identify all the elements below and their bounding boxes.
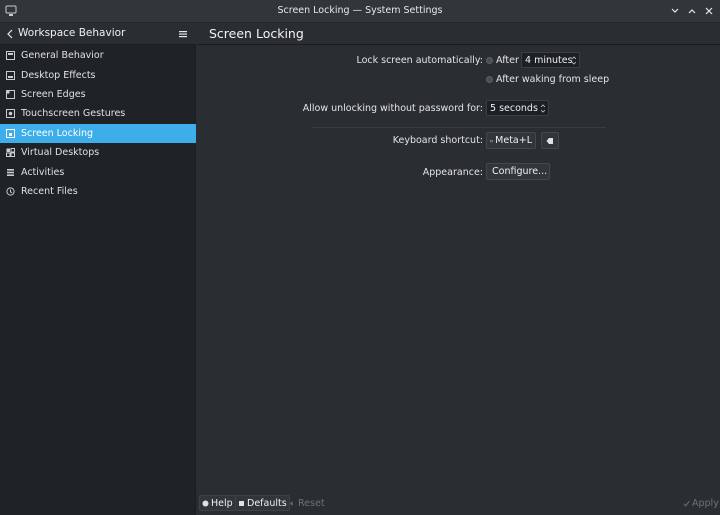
defaults-icon: [239, 500, 244, 506]
lock-automatically-label: Lock screen automatically:: [356, 55, 483, 66]
sidebar-header: Workspace Behavior: [0, 23, 196, 45]
defaults-button[interactable]: Defaults: [235, 495, 290, 511]
page-header: Screen Locking: [197, 23, 720, 45]
spin-arrows-icon[interactable]: [541, 104, 545, 113]
keyboard-icon: [490, 139, 494, 142]
configure-label: Configure...: [492, 166, 548, 177]
sidebar-item-screen-locking[interactable]: Screen Locking: [0, 123, 196, 143]
touchscreen-icon: [6, 109, 15, 119]
apply-button[interactable]: Apply: [681, 495, 720, 511]
back-icon[interactable]: [6, 28, 16, 40]
sidebar-item-label: Virtual Desktops: [21, 147, 100, 159]
sidebar-item-label: Screen Edges: [21, 88, 86, 100]
shortcut-button[interactable]: Meta+L: [486, 132, 536, 149]
apply-label: Apply: [692, 497, 719, 509]
help-button[interactable]: Help: [199, 495, 236, 511]
spin-arrows-icon[interactable]: [572, 56, 576, 65]
after-label: After: [496, 55, 519, 66]
settings-form: Lock screen automatically: After 4 minut…: [197, 46, 720, 490]
screen-edges-icon: [6, 89, 15, 99]
sidebar-item-screen-edges[interactable]: Screen Edges: [0, 85, 196, 104]
lock-minutes-spinbox[interactable]: 4 minutes: [521, 52, 580, 68]
sidebar-item-label: Recent Files: [21, 185, 78, 197]
after-sleep-option[interactable]: After waking from sleep: [486, 74, 609, 85]
sidebar-nav: General Behavior Desktop Effects Screen …: [0, 46, 196, 201]
lock-minutes-value: 4 minutes: [525, 55, 573, 66]
sidebar-item-label: Desktop Effects: [21, 69, 96, 81]
reset-button[interactable]: Reset: [287, 495, 327, 511]
after-option[interactable]: After: [486, 55, 519, 66]
close-icon[interactable]: [702, 4, 716, 18]
clear-icon: [546, 137, 553, 144]
sidebar: Workspace Behavior General Behavior Desk…: [0, 23, 196, 515]
appearance-label: Appearance:: [422, 167, 483, 178]
title-bar: Screen Locking — System Settings: [0, 0, 720, 23]
sidebar-item-activities[interactable]: Activities: [0, 162, 196, 181]
unlock-grace-spinbox[interactable]: 5 seconds: [486, 100, 549, 116]
screen-locking-icon: [6, 128, 15, 138]
sidebar-item-general-behavior[interactable]: General Behavior: [0, 46, 196, 65]
sidebar-item-virtual-desktops[interactable]: Virtual Desktops: [0, 143, 196, 162]
desktop-effects-icon: [6, 70, 15, 80]
activities-icon: [6, 168, 15, 177]
reset-label: Reset: [298, 497, 325, 509]
sidebar-heading: Workspace Behavior: [18, 27, 126, 39]
after-radio[interactable]: [486, 57, 493, 64]
recent-files-icon: [6, 187, 15, 196]
after-sleep-radio[interactable]: [486, 76, 493, 83]
sidebar-item-touchscreen-gestures[interactable]: Touchscreen Gestures: [0, 104, 196, 123]
configure-button[interactable]: Configure...: [486, 163, 550, 180]
after-sleep-label: After waking from sleep: [496, 74, 610, 85]
window-title: Screen Locking — System Settings: [277, 5, 443, 16]
defaults-label: Defaults: [247, 497, 287, 509]
sidebar-item-recent-files[interactable]: Recent Files: [0, 182, 196, 201]
page-title: Screen Locking: [209, 26, 304, 41]
sidebar-item-desktop-effects[interactable]: Desktop Effects: [0, 65, 196, 84]
separator: [312, 127, 606, 128]
maximize-icon[interactable]: [685, 4, 699, 18]
sidebar-item-label: Activities: [21, 166, 65, 178]
sidebar-item-label: Touchscreen Gestures: [21, 108, 126, 120]
sidebar-item-label: Screen Locking: [21, 127, 94, 139]
hamburger-menu-icon[interactable]: [178, 28, 188, 40]
reset-icon: [290, 500, 293, 506]
apply-icon: [683, 500, 690, 507]
keyboard-shortcut-label: Keyboard shortcut:: [392, 135, 483, 146]
minimize-icon[interactable]: [668, 4, 682, 18]
clear-shortcut-button[interactable]: [541, 132, 559, 149]
shortcut-value: Meta+L: [495, 135, 532, 146]
sidebar-item-label: General Behavior: [21, 50, 104, 62]
virtual-desktops-icon: [6, 148, 15, 158]
help-label: Help: [211, 497, 233, 509]
help-icon: [202, 500, 209, 506]
footer-bar: Help Defaults Reset Apply: [197, 490, 720, 515]
unlock-without-password-label: Allow unlocking without password for:: [302, 103, 483, 114]
unlock-grace-value: 5 seconds: [490, 103, 538, 114]
general-behavior-icon: [6, 51, 15, 61]
